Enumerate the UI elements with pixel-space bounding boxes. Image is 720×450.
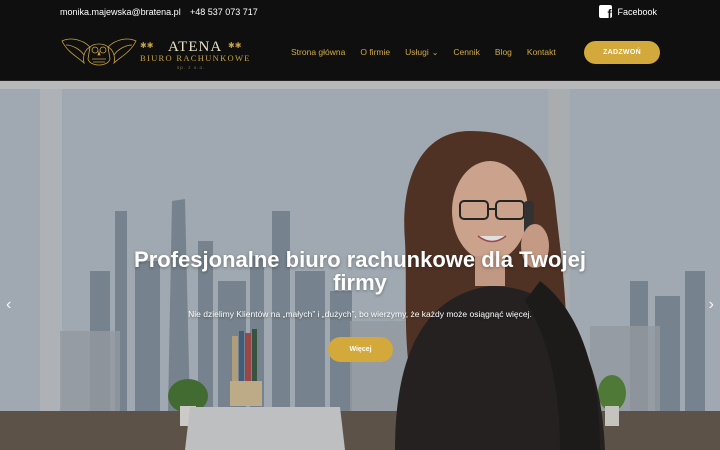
nav-item-pricing[interactable]: Cennik — [453, 47, 479, 57]
nav-label: O firmie — [360, 47, 391, 57]
site-header: ✱✱ ATENA ✱✱ BIURO RACHUNKOWE sp. z o.o. … — [0, 25, 720, 81]
contact-phone[interactable]: +48 537 073 717 — [190, 7, 258, 17]
nav-label: Kontakt — [526, 47, 556, 57]
nav-item-home[interactable]: Strona główna — [291, 47, 345, 57]
nav-label: Blog — [494, 47, 512, 57]
site-logo[interactable]: ✱✱ ATENA ✱✱ BIURO RACHUNKOWE sp. z o.o. — [60, 35, 260, 71]
facebook-icon: f — [599, 5, 613, 18]
nav-item-services[interactable]: Usługi ⌄ — [405, 47, 438, 57]
wheat-right-icon: ✱✱ — [228, 41, 242, 50]
wheat-left-icon: ✱✱ — [140, 41, 154, 50]
contact-email[interactable]: monika.majewska@bratena.pl — [60, 7, 181, 17]
nav-item-contact[interactable]: Kontakt — [527, 47, 556, 57]
chevron-left-icon[interactable]: ‹ — [6, 296, 11, 314]
main-nav: Strona główna O firmie Usługi ⌄ Cennik Bl… — [291, 47, 571, 57]
nav-item-blog[interactable]: Blog — [495, 47, 512, 57]
nav-item-about[interactable]: O firmie — [360, 47, 390, 57]
hero-slider: Profesjonalne biuro rachunkowe dla Twoje… — [0, 81, 720, 450]
logo-subtitle: BIURO RACHUNKOWE — [140, 53, 251, 63]
nav-label: Usługi — [405, 47, 429, 57]
nav-label: Strona główna — [291, 47, 346, 57]
call-button[interactable]: ZADZWOŃ — [584, 41, 660, 64]
nav-label: Cennik — [453, 47, 480, 57]
more-button[interactable]: Więcej — [328, 337, 393, 362]
hero-title: Profesjonalne biuro rachunkowe dla Twoje… — [134, 247, 586, 295]
logo-small-text: sp. z o.o. — [177, 65, 206, 70]
hero-subtitle: Nie dzielimy Klientów na „małych” i „duż… — [188, 309, 532, 319]
facebook-label: Facebook — [617, 6, 657, 17]
top-bar: monika.majewska@bratena.pl +48 537 073 7… — [0, 0, 720, 25]
chevron-right-icon[interactable]: › — [709, 296, 714, 314]
facebook-link[interactable]: f Facebook — [599, 5, 657, 18]
owl-logo-icon — [61, 38, 137, 66]
chevron-down-icon: ⌄ — [431, 47, 439, 57]
